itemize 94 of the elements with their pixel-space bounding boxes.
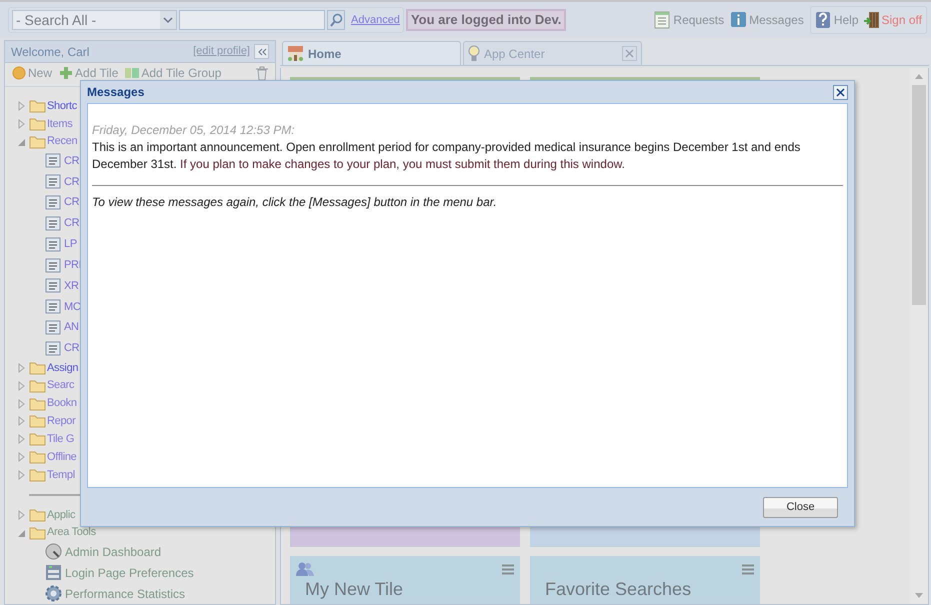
tree-item[interactable]: AN bbox=[64, 319, 79, 336]
tile-title: My New Tile bbox=[305, 578, 404, 600]
tree-item[interactable]: Admin Dashboard bbox=[65, 542, 162, 561]
tree-item[interactable]: CR bbox=[64, 340, 80, 357]
edit-profile-link[interactable]: [edit profile] bbox=[193, 43, 250, 60]
login-notice: You are logged into Dev. bbox=[406, 9, 566, 31]
trash-icon bbox=[255, 66, 269, 81]
toolbar-button[interactable]: Add Tile bbox=[58, 66, 118, 80]
folder-icon bbox=[29, 98, 46, 113]
dialog-title: Messages bbox=[87, 84, 144, 101]
help-button[interactable]: Help bbox=[814, 11, 859, 29]
message-text: This is an important announcement. Open enrollment period for company-provided medical insurance begins December 1st and ends December 31st. If you plan to make changes to your plan, you must submit them during this window. bbox=[92, 139, 843, 186]
folder-icon bbox=[29, 378, 46, 393]
folder-icon bbox=[29, 526, 46, 540]
tree-item[interactable]: MC bbox=[64, 298, 81, 316]
tree-folder[interactable]: Templ bbox=[47, 466, 75, 484]
tree-folder[interactable]: Shortc bbox=[47, 98, 77, 114]
tree-folder[interactable]: Tile G bbox=[47, 430, 74, 448]
menu-icon bbox=[742, 564, 754, 574]
document-icon bbox=[45, 258, 61, 273]
sun-icon bbox=[11, 66, 27, 80]
scope-dropdown[interactable]: - Search All - bbox=[12, 10, 177, 30]
tree-item[interactable]: CR bbox=[64, 174, 80, 190]
tree-folder[interactable]: Items bbox=[47, 116, 72, 132]
folder-icon bbox=[29, 468, 46, 482]
search-field[interactable] bbox=[179, 10, 325, 30]
scrollbar[interactable] bbox=[910, 68, 928, 604]
lightbulb-icon bbox=[468, 45, 480, 62]
gear-icon bbox=[45, 585, 62, 602]
folder-icon bbox=[29, 508, 46, 522]
welcome-text: Welcome, Carl bbox=[11, 44, 90, 60]
tree-item[interactable]: LP bbox=[64, 236, 77, 253]
tree-item[interactable]: XR bbox=[64, 278, 79, 294]
tiles-icon bbox=[124, 67, 140, 79]
help-icon bbox=[814, 11, 832, 29]
menu-icon bbox=[502, 564, 514, 574]
tree-folder[interactable]: Searc bbox=[47, 377, 74, 394]
info-icon bbox=[730, 11, 748, 29]
collapse-button[interactable] bbox=[254, 44, 269, 59]
tab[interactable]: App Center bbox=[463, 41, 642, 65]
close-button[interactable]: Close bbox=[763, 496, 838, 518]
tree-item[interactable]: Login Page Preferences bbox=[65, 564, 194, 582]
close-button[interactable] bbox=[833, 84, 848, 100]
menu-button[interactable]: Messages bbox=[730, 11, 804, 29]
search-icon bbox=[329, 13, 343, 27]
form-icon bbox=[45, 564, 62, 582]
door-icon bbox=[862, 11, 880, 29]
folder-icon bbox=[29, 432, 46, 446]
plus-icon bbox=[58, 66, 74, 80]
tree-folder[interactable]: Bookn bbox=[47, 395, 77, 412]
document-icon bbox=[45, 299, 61, 314]
caret-down-icon bbox=[160, 11, 176, 29]
toolbar-button[interactable]: Add Tile Group bbox=[124, 66, 222, 80]
folder-icon bbox=[29, 360, 46, 375]
search-button[interactable] bbox=[327, 10, 345, 30]
tree-folder[interactable]: Applic bbox=[47, 506, 76, 524]
folder-icon bbox=[29, 450, 46, 464]
house-icon bbox=[287, 45, 304, 62]
people-icon bbox=[296, 561, 314, 577]
tab[interactable]: Home bbox=[282, 41, 461, 65]
footer-note: To view these messages again, click the [Messages] button in the menu bar. bbox=[92, 194, 498, 211]
message-date: Friday, December 05, 2014 12:53 PM: bbox=[92, 122, 296, 139]
tree-item[interactable]: CR bbox=[64, 215, 80, 232]
tree-item[interactable]: Performance Statistics bbox=[65, 584, 186, 603]
menu-button[interactable]: Requests bbox=[654, 11, 724, 29]
close-tab-button[interactable] bbox=[622, 46, 637, 61]
collapse-icon bbox=[256, 48, 266, 56]
list-icon bbox=[654, 11, 672, 29]
gauge-icon bbox=[45, 543, 62, 560]
tree-folder[interactable]: Area Tools bbox=[47, 524, 96, 541]
document-icon bbox=[45, 236, 61, 252]
document-icon bbox=[45, 278, 61, 294]
tree-folder[interactable]: Repor bbox=[47, 413, 76, 430]
document-icon bbox=[45, 216, 61, 231]
document-icon bbox=[45, 153, 61, 168]
document-icon bbox=[45, 320, 61, 336]
tree-folder[interactable]: Offline bbox=[47, 448, 76, 466]
toolbar-button[interactable]: New bbox=[11, 66, 52, 80]
folder-icon bbox=[29, 116, 46, 131]
tree-folder[interactable]: Assign bbox=[47, 360, 78, 376]
sign-off-button[interactable]: Sign off bbox=[862, 11, 922, 29]
document-icon bbox=[45, 174, 61, 190]
folder-icon bbox=[29, 414, 46, 428]
document-icon bbox=[45, 340, 61, 356]
folder-icon bbox=[29, 134, 46, 149]
folder-icon bbox=[29, 396, 46, 410]
advanced-link[interactable]: Advanced bbox=[351, 12, 400, 28]
close-icon bbox=[836, 88, 845, 96]
tree-folder[interactable]: Recen bbox=[47, 133, 78, 150]
tile-title: Favorite Searches bbox=[545, 578, 692, 600]
tree-item[interactable]: CR bbox=[64, 152, 80, 170]
tree-item[interactable]: CR bbox=[64, 194, 80, 211]
document-icon bbox=[45, 195, 61, 210]
close-icon bbox=[625, 49, 634, 58]
